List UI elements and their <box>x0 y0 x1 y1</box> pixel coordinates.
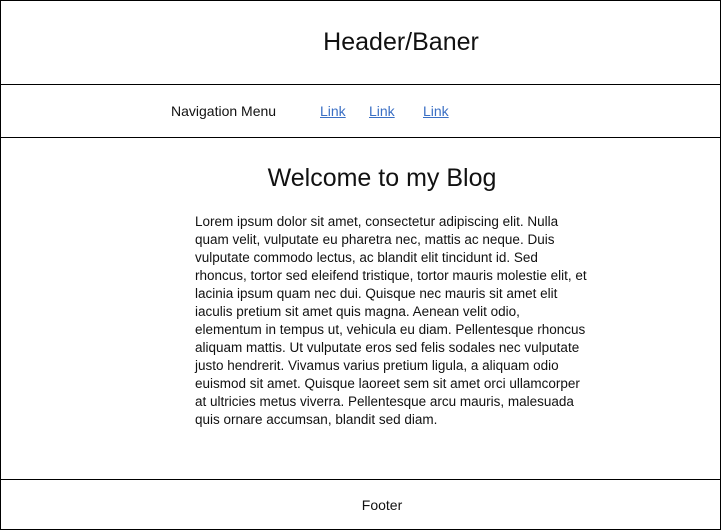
nav-link-3[interactable]: Link <box>423 102 449 120</box>
footer: Footer <box>1 480 720 529</box>
blog-body-text: Lorem ipsum dolor sit amet, consectetur … <box>195 214 587 427</box>
blog-title: Welcome to my Blog <box>267 164 497 192</box>
main-content: Welcome to my Blog Lorem ipsum dolor sit… <box>1 138 720 480</box>
nav-link-2[interactable]: Link <box>369 102 395 120</box>
header-title: Header/Baner <box>323 28 479 56</box>
navigation-menu-label: Navigation Menu <box>171 103 277 119</box>
header-banner: Header/Baner <box>1 1 720 85</box>
footer-label: Footer <box>361 497 403 513</box>
nav-link-1[interactable]: Link <box>320 102 346 120</box>
navigation-menu: Navigation Menu Link Link Link <box>1 85 720 138</box>
page-frame: Header/Baner Navigation Menu Link Link L… <box>0 0 721 530</box>
